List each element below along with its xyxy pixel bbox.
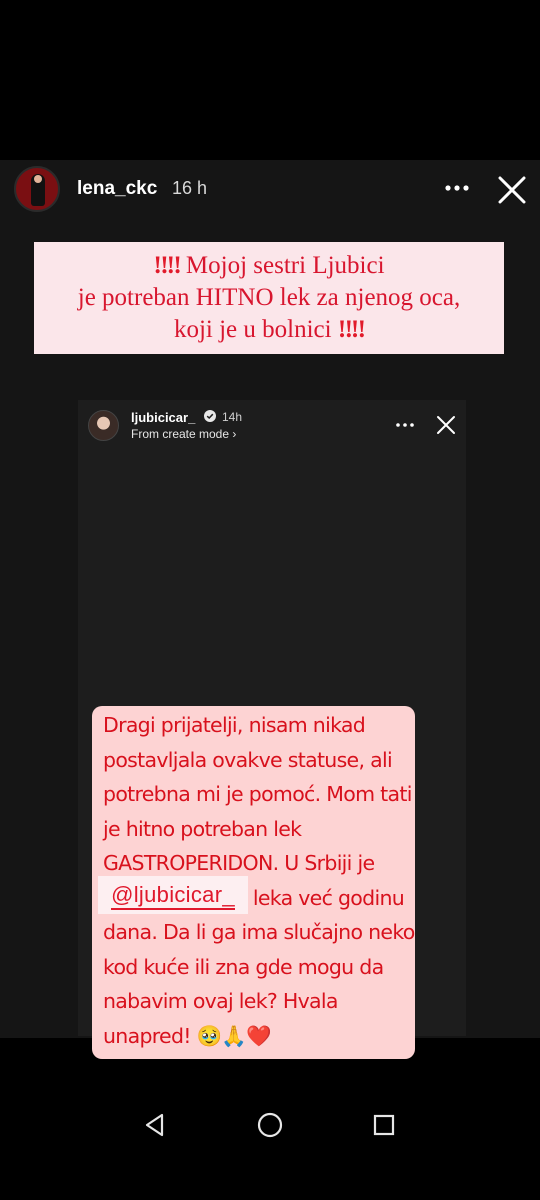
shared-time: 14h (222, 410, 243, 424)
banner-line-1: ‼‼ Mojoj sestri Ljubici (34, 250, 504, 282)
back-icon[interactable] (140, 1110, 170, 1140)
alarm-emoji: ‼‼ (153, 252, 181, 279)
story-header: lena_ckc 16 h (0, 160, 540, 222)
avatar-face (34, 175, 42, 183)
alarm-emoji: ‼‼ (337, 316, 366, 343)
create-mode-label: From create mode › (131, 427, 237, 441)
home-icon[interactable] (256, 1111, 284, 1139)
shared-username: ljubicicar_ (131, 410, 196, 425)
shared-story-screenshot: ljubicicar_ 14h From create mode › Dragi… (78, 400, 466, 1059)
more-icon[interactable] (444, 178, 470, 198)
banner-text-3: koji je u bolnici (173, 316, 332, 343)
username[interactable]: lena_ckc (77, 178, 157, 200)
mention-text: @ljubicicar_ (111, 882, 235, 910)
close-icon (437, 416, 455, 434)
banner-line-3: koji je u bolnici ‼‼ (34, 314, 504, 346)
more-icon (396, 423, 414, 427)
system-nav-bar (0, 1090, 540, 1170)
avatar[interactable] (14, 166, 60, 212)
urgent-banner: ‼‼ Mojoj sestri Ljubici je potreban HITN… (34, 242, 504, 354)
banner-line-2: je potreban HITNO lek za njenog oca, (77, 284, 461, 311)
verified-icon (204, 410, 216, 422)
banner-text-1: Mojoj sestri Ljubici (185, 252, 385, 279)
story-time: 16 h (172, 178, 208, 198)
recents-icon[interactable] (372, 1113, 396, 1137)
mention-sticker[interactable]: @ljubicicar_ (98, 876, 248, 914)
shared-avatar (88, 410, 119, 441)
story-viewer[interactable]: lena_ckc 16 h ‼‼ Mojoj sestri Ljubici je… (0, 160, 540, 1059)
close-icon[interactable] (496, 174, 528, 206)
